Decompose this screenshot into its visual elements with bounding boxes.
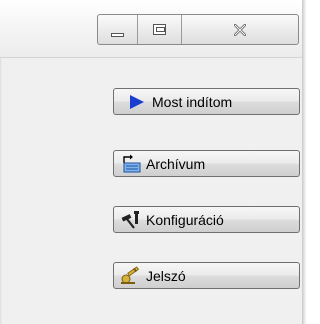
start-now-button[interactable]: Most indítom: [113, 88, 300, 115]
window-shadow: [302, 0, 307, 324]
close-icon: [234, 23, 246, 36]
archive-button[interactable]: Archívum: [113, 150, 300, 177]
configuration-label: Konfiguráció: [146, 211, 224, 228]
minimize-button[interactable]: [98, 15, 138, 44]
panel-edge: [0, 58, 2, 324]
configuration-button[interactable]: Konfiguráció: [113, 206, 300, 233]
caption-buttons: [97, 14, 299, 45]
key-icon: [120, 265, 142, 286]
app-window: Most indítom Archívum Konfiguráció Jelsz…: [0, 0, 302, 324]
maximize-button[interactable]: [138, 15, 182, 44]
archive-icon: [120, 154, 142, 174]
start-now-label: Most indítom: [152, 93, 233, 110]
close-button[interactable]: [182, 15, 298, 44]
title-bar: [0, 0, 302, 58]
archive-label: Archívum: [146, 155, 206, 172]
password-label: Jelszó: [146, 267, 186, 284]
tools-icon: [120, 210, 142, 230]
play-icon: [126, 92, 148, 112]
minimize-icon: [111, 32, 124, 37]
maximize-icon: [153, 24, 166, 35]
password-button[interactable]: Jelszó: [113, 262, 300, 289]
